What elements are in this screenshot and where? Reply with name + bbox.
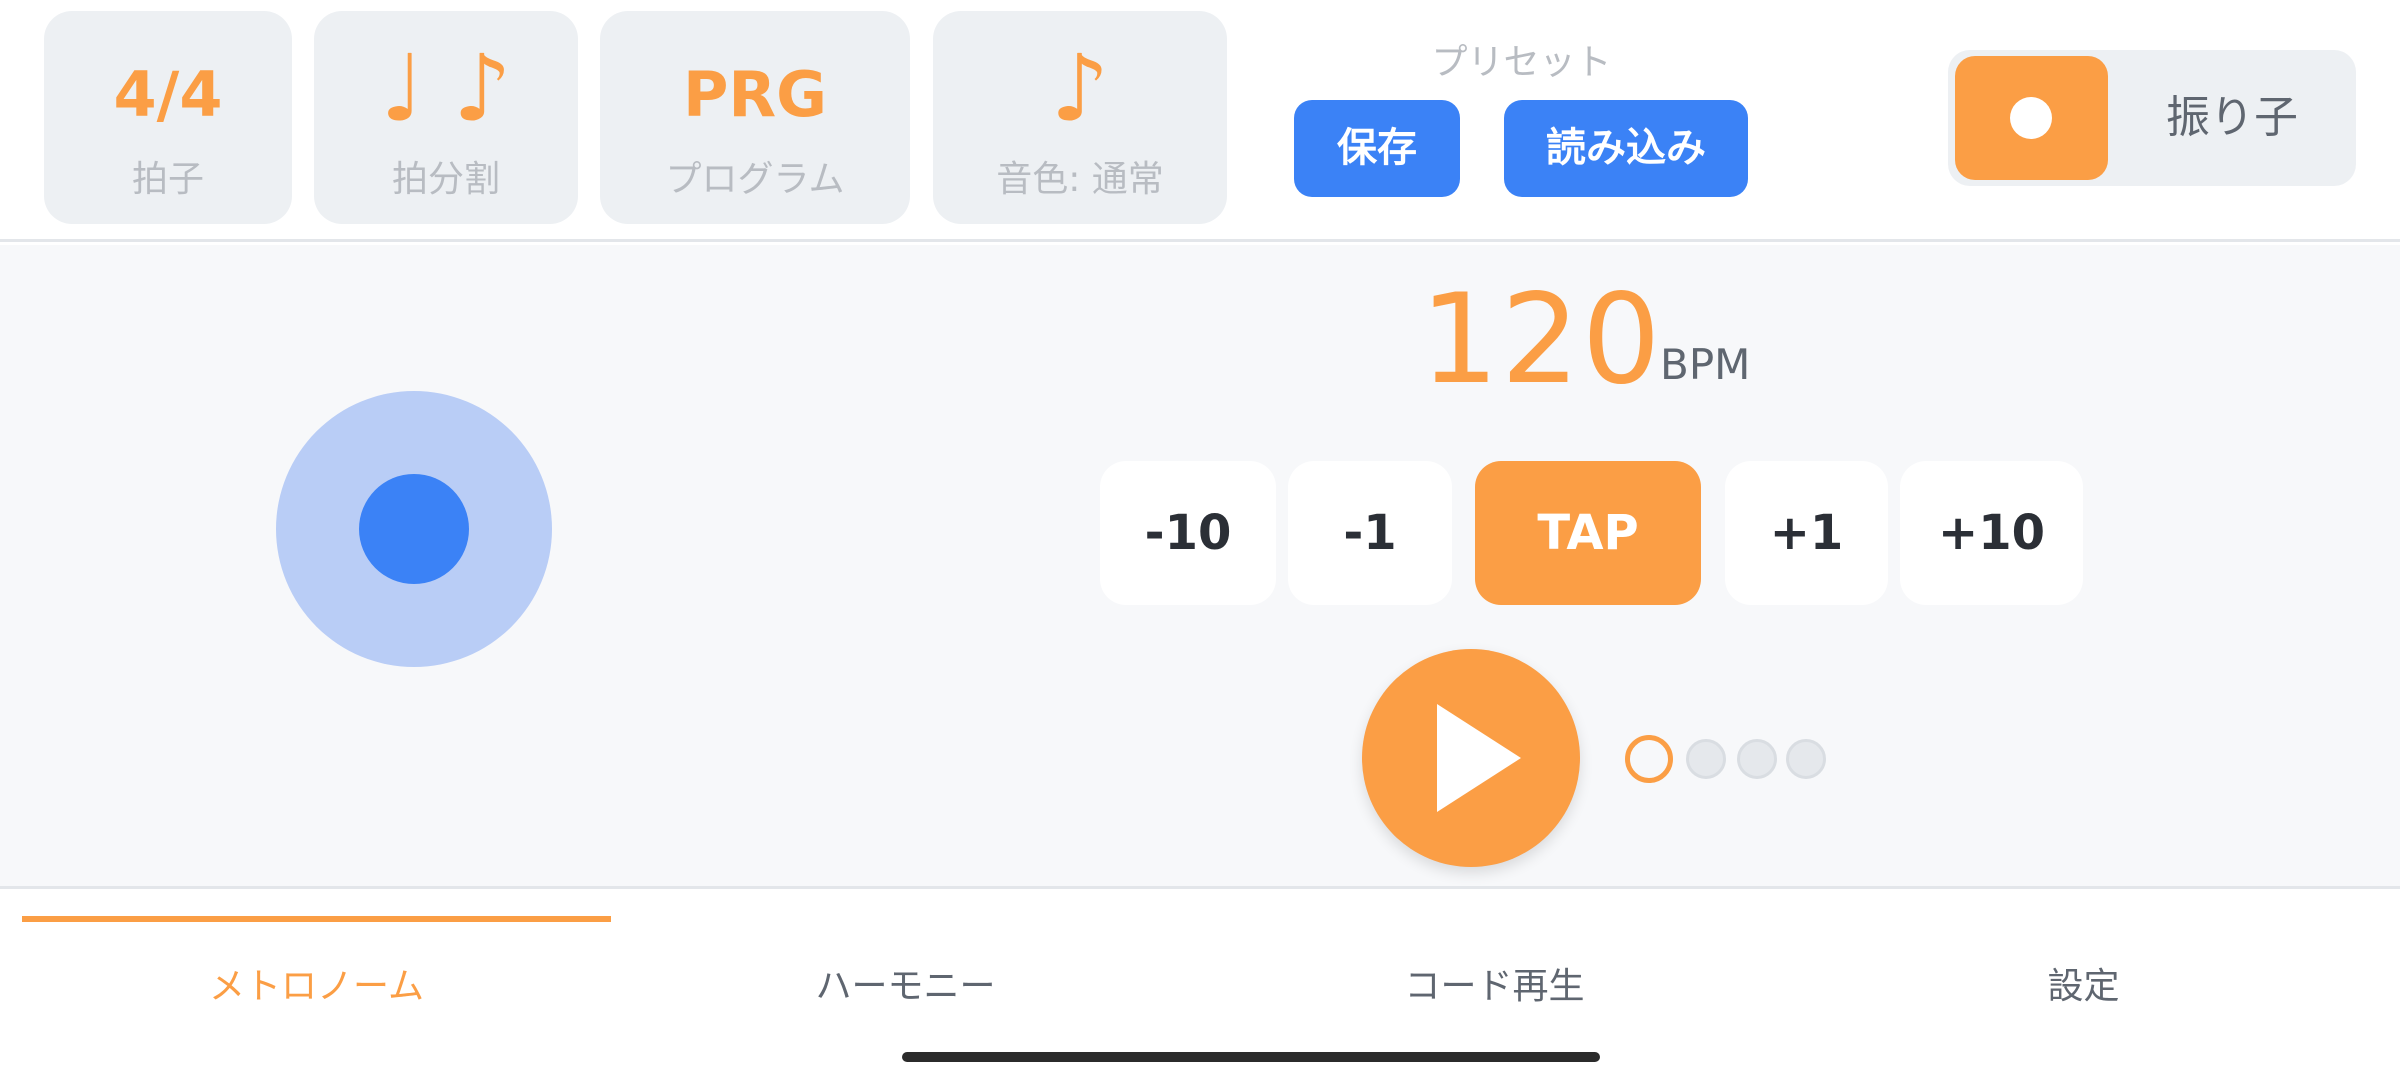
tab-harmony[interactable]: ハーモニー — [611, 962, 1200, 1012]
tab-chord-playback[interactable]: コード再生 — [1200, 962, 1789, 1012]
time-signature-button[interactable]: 4/4 拍子 — [44, 11, 292, 224]
subdivision-notes-icon: ♩ ♪ — [380, 35, 512, 142]
bottom-tab-bar: メトロノーム ハーモニー コード再生 設定 — [0, 892, 2400, 1080]
preset-heading: プリセット — [1431, 42, 1612, 83]
preset-save-button[interactable]: 保存 — [1294, 100, 1460, 197]
plus-10-button[interactable]: +10 — [1900, 461, 2083, 605]
pendulum-toggle-knob — [1955, 56, 2108, 180]
beat-indicator-dot — [359, 474, 469, 584]
beat-dot-1 — [1625, 735, 1673, 783]
program-button[interactable]: PRG プログラム — [600, 11, 910, 224]
beat-dot-4 — [1786, 739, 1826, 779]
bpm-value[interactable]: 120 — [1420, 275, 1661, 405]
active-tab-indicator — [22, 916, 611, 922]
metronome-panel: 120 BPM -10 -1 TAP +1 +10 — [0, 245, 2400, 889]
minus-10-button[interactable]: -10 — [1100, 461, 1276, 605]
beat-dot-3 — [1737, 739, 1777, 779]
beat-indicator — [276, 391, 552, 667]
tap-tempo-button[interactable]: TAP — [1475, 461, 1701, 605]
eighth-note-icon: ♪ — [1050, 35, 1110, 142]
play-button[interactable] — [1362, 649, 1580, 867]
pendulum-label: 振り子 — [2166, 92, 2298, 143]
bpm-unit: BPM — [1660, 340, 1751, 389]
time-signature-value: 4/4 — [113, 58, 223, 131]
toggle-dot-icon — [2010, 97, 2052, 139]
sound-label: 音色: 通常 — [996, 159, 1164, 200]
play-icon — [1437, 704, 1521, 812]
minus-1-button[interactable]: -1 — [1288, 461, 1452, 605]
preset-load-button[interactable]: 読み込み — [1504, 100, 1748, 197]
subdivision-label: 拍分割 — [391, 159, 500, 200]
sound-button[interactable]: ♪ 音色: 通常 — [933, 11, 1227, 224]
time-signature-label: 拍子 — [131, 159, 204, 200]
home-indicator — [902, 1052, 1600, 1062]
top-toolbar: 4/4 拍子 ♩ ♪ 拍分割 PRG プログラム ♪ 音色: 通常 プリセット … — [0, 0, 2400, 242]
plus-1-button[interactable]: +1 — [1725, 461, 1888, 605]
subdivision-button[interactable]: ♩ ♪ 拍分割 — [314, 11, 578, 224]
program-label: プログラム — [665, 159, 845, 200]
beat-dot-2 — [1686, 739, 1726, 779]
tab-metronome[interactable]: メトロノーム — [22, 962, 611, 1012]
tab-settings[interactable]: 設定 — [1789, 962, 2378, 1012]
program-value: PRG — [682, 58, 828, 131]
pendulum-toggle[interactable]: 振り子 — [1948, 50, 2356, 186]
